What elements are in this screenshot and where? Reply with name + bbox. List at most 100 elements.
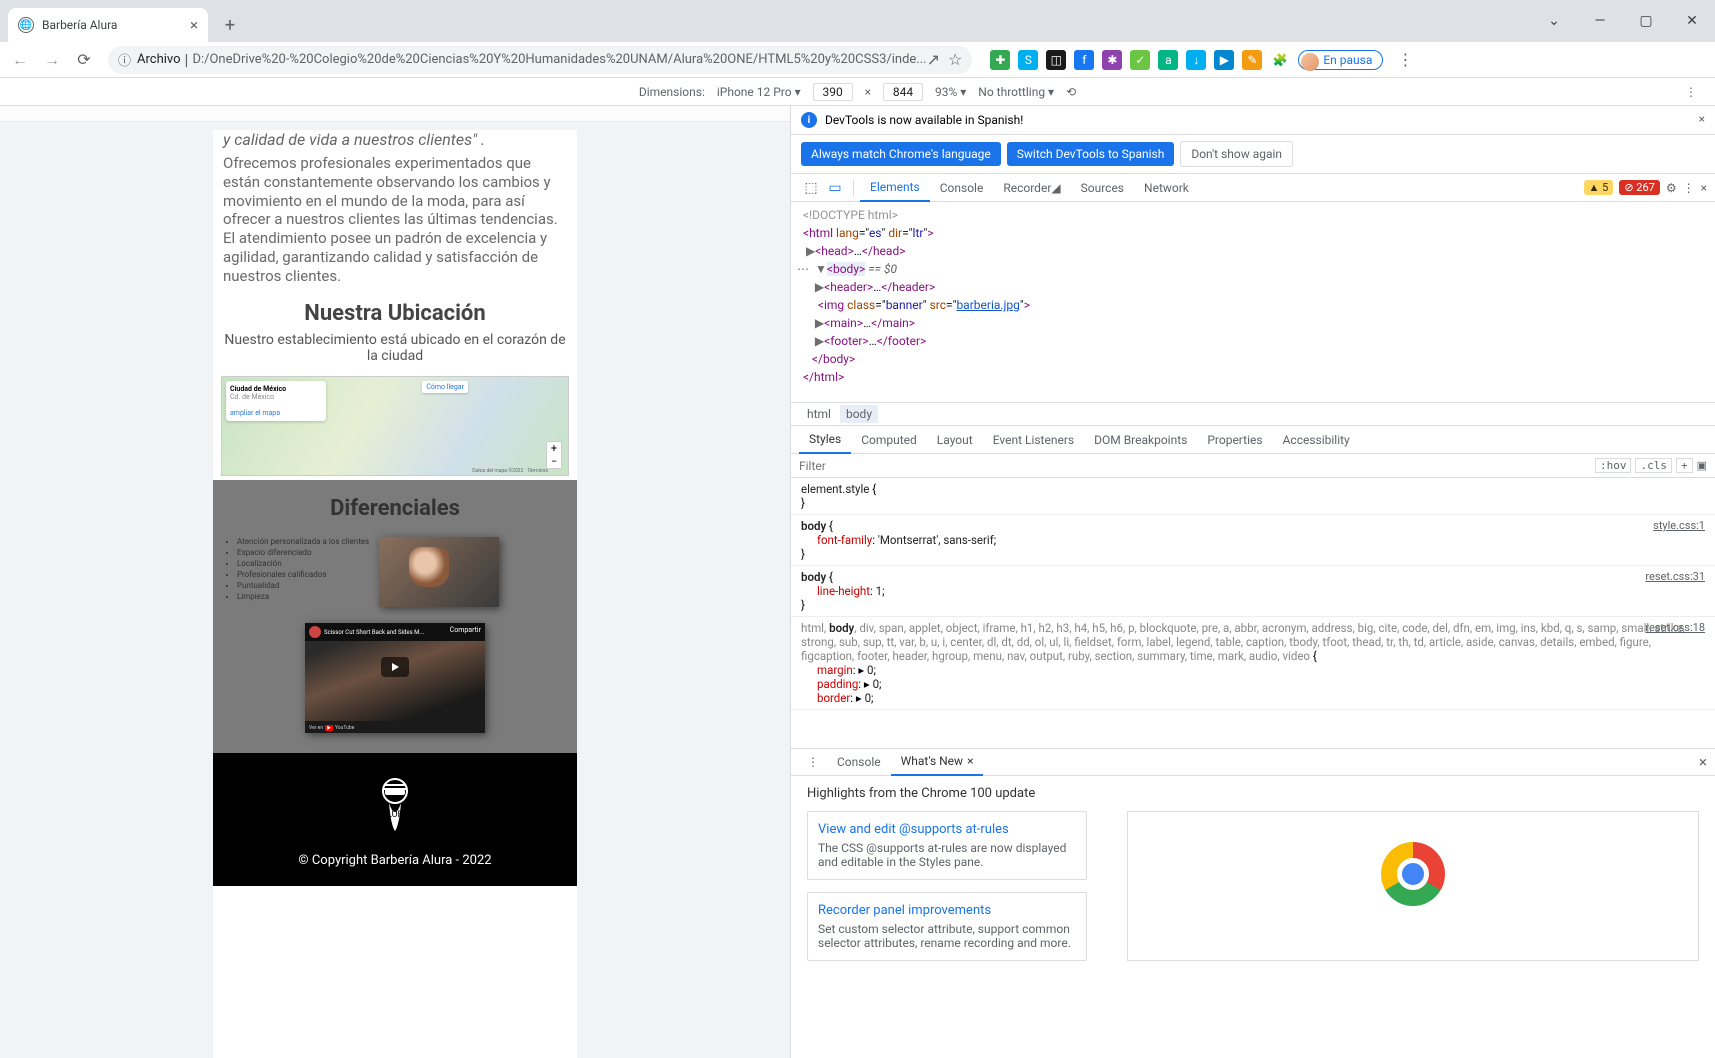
map-embed[interactable]: Ciudad de México Cd. de México ampliar e… <box>221 376 569 476</box>
extension-icon[interactable]: ▶ <box>1214 50 1234 70</box>
extensions-menu-icon[interactable]: 🧩 <box>1270 50 1290 70</box>
chrome-menu-icon[interactable]: ⋮ <box>1391 46 1419 74</box>
notice-text: DevTools is now available in Spanish! <box>825 113 1023 127</box>
drawer-menu-icon[interactable]: ⋮ <box>799 755 827 769</box>
device-viewport: y calidad de vida a nuestros clientes" .… <box>0 106 790 1058</box>
extensions-area: ✚ S ◫ f ✱ ✓ a ↓ ▶ ✎ 🧩 En pausa ⋮ <box>990 46 1419 74</box>
reload-button[interactable]: ⟳ <box>70 46 98 74</box>
tab-elements[interactable]: Elements <box>860 174 930 202</box>
close-tab-icon[interactable]: × <box>967 754 973 768</box>
location-subtitle: Nuestro establecimiento está ubicado en … <box>213 332 577 372</box>
minimize-icon[interactable]: — <box>1577 0 1623 42</box>
device-toggle-icon[interactable]: ▭ <box>823 176 847 200</box>
extension-icon[interactable]: ↓ <box>1186 50 1206 70</box>
tab-title: Barbería Alura <box>42 18 182 32</box>
play-icon[interactable] <box>381 657 409 677</box>
whatsnew-heading: Highlights from the Chrome 100 update <box>807 786 1699 801</box>
switch-language-button[interactable]: Switch DevTools to Spanish <box>1007 142 1175 166</box>
subtab-properties[interactable]: Properties <box>1197 426 1272 454</box>
map-zoom-controls[interactable]: +− <box>546 441 562 469</box>
forward-button[interactable]: → <box>38 46 66 74</box>
watch-on-youtube[interactable]: Ver en ▶YouTube <box>309 725 354 731</box>
extension-icon[interactable]: a <box>1158 50 1178 70</box>
dom-tree[interactable]: <!DOCTYPE html> <html lang="es" dir="ltr… <box>791 202 1715 402</box>
new-tab-button[interactable]: + <box>216 11 244 39</box>
width-input[interactable] <box>813 83 853 101</box>
close-tab-icon[interactable]: × <box>190 16 198 34</box>
globe-icon: 🌐 <box>18 17 34 33</box>
back-button[interactable]: ← <box>6 46 34 74</box>
close-notice-icon[interactable]: × <box>1699 112 1705 126</box>
dom-breadcrumb[interactable]: html body <box>791 402 1715 426</box>
close-window-icon[interactable]: ✕ <box>1669 0 1715 42</box>
youtube-embed[interactable]: Scissor Cut Short Back and Sides M... Co… <box>305 623 485 733</box>
maximize-icon[interactable]: ▢ <box>1623 0 1669 42</box>
extension-icon[interactable]: S <box>1018 50 1038 70</box>
errors-badge[interactable]: ⊘ 267 <box>1619 180 1660 195</box>
gear-icon[interactable]: ⚙ <box>1666 181 1677 195</box>
subtab-computed[interactable]: Computed <box>851 426 927 454</box>
rotate-icon[interactable]: ⟲ <box>1066 85 1076 99</box>
close-devtools-icon[interactable]: × <box>1701 181 1707 195</box>
subtab-events[interactable]: Event Listeners <box>983 426 1084 454</box>
dont-show-button[interactable]: Don't show again <box>1180 141 1293 167</box>
file-info-icon[interactable]: ⓘ <box>118 50 131 69</box>
page-preview: y calidad de vida a nuestros clientes" .… <box>213 130 577 1058</box>
differentials-section: Diferenciales Atención personalizada a l… <box>213 480 577 753</box>
share-icon[interactable]: Compartir <box>450 626 481 634</box>
differentials-heading: Diferenciales <box>223 496 567 521</box>
browser-tab[interactable]: 🌐 Barbería Alura × <box>8 8 208 42</box>
styles-rules[interactable]: element.style {} style.css:1 body { font… <box>791 478 1715 748</box>
height-input[interactable] <box>883 83 923 101</box>
styles-filter-input[interactable] <box>799 459 1595 473</box>
barber-image <box>379 537 499 607</box>
tab-console[interactable]: Console <box>930 174 994 202</box>
device-select[interactable]: iPhone 12 Pro ▾ <box>717 85 801 99</box>
device-menu-icon[interactable]: ⋮ <box>1685 85 1697 99</box>
address-bar[interactable]: ⓘ Archivo | D:/OneDrive%20-%20Colegio%20… <box>108 46 972 74</box>
subtab-accessibility[interactable]: Accessibility <box>1273 426 1360 454</box>
extension-icon[interactable]: f <box>1074 50 1094 70</box>
inspect-icon[interactable]: ⬚ <box>799 176 823 200</box>
drawer-console[interactable]: Console <box>827 748 891 776</box>
profile-status-badge[interactable]: En pausa <box>1298 50 1383 70</box>
breadcrumb-html[interactable]: html <box>801 405 837 423</box>
copyright-text: © Copyright Barbería Alura - 2022 <box>223 853 567 868</box>
extension-icon[interactable]: ✓ <box>1130 50 1150 70</box>
subtab-layout[interactable]: Layout <box>927 426 983 454</box>
close-drawer-icon[interactable]: × <box>1699 753 1707 771</box>
whatsnew-card[interactable]: Recorder panel improvements Set custom s… <box>807 892 1087 961</box>
warnings-badge[interactable]: ▲ 5 <box>1584 180 1614 195</box>
tab-recorder[interactable]: Recorder ◢ <box>993 174 1070 202</box>
extension-icon[interactable]: ✎ <box>1242 50 1262 70</box>
channel-avatar-icon <box>309 626 321 638</box>
subtab-styles[interactable]: Styles <box>799 426 851 454</box>
zoom-select[interactable]: 93% ▾ <box>935 85 966 99</box>
browser-toolbar: ← → ⟳ ⓘ Archivo | D:/OneDrive%20-%20Cole… <box>0 42 1715 78</box>
whatsnew-card[interactable]: View and edit @supports at-rules The CSS… <box>807 811 1087 880</box>
cls-toggle[interactable]: .cls <box>1635 458 1672 473</box>
styles-overflow-icon[interactable]: ▣ <box>1697 459 1707 472</box>
map-directions-button[interactable]: Cómo llegar <box>422 381 468 393</box>
page-footer: ALURA © Copyright Barbería Alura - 2022 <box>213 753 577 886</box>
more-icon[interactable]: ⋮ <box>1683 181 1695 195</box>
chrome-logo-icon <box>1381 842 1445 906</box>
drawer-whatsnew[interactable]: What's New× <box>891 748 984 776</box>
new-style-button[interactable]: + <box>1676 458 1693 473</box>
subtab-dom-bp[interactable]: DOM Breakpoints <box>1084 426 1197 454</box>
chevron-down-icon[interactable]: ⌄ <box>1531 0 1577 42</box>
map-expand-link[interactable]: ampliar el mapa <box>230 409 322 417</box>
tab-network[interactable]: Network <box>1134 174 1199 202</box>
match-language-button[interactable]: Always match Chrome's language <box>801 142 1001 166</box>
share-icon[interactable]: ↗ <box>927 50 940 69</box>
extension-icon[interactable]: ◫ <box>1046 50 1066 70</box>
window-controls: ⌄ — ▢ ✕ <box>1531 0 1715 42</box>
breadcrumb-body[interactable]: body <box>840 405 878 423</box>
paragraph-text: Ofrecemos profesionales experimentados q… <box>213 150 577 295</box>
hov-toggle[interactable]: :hov <box>1595 458 1632 473</box>
bookmark-icon[interactable]: ☆ <box>948 50 962 69</box>
extension-icon[interactable]: ✚ <box>990 50 1010 70</box>
throttling-select[interactable]: No throttling ▾ <box>978 85 1054 99</box>
extension-icon[interactable]: ✱ <box>1102 50 1122 70</box>
tab-sources[interactable]: Sources <box>1071 174 1134 202</box>
